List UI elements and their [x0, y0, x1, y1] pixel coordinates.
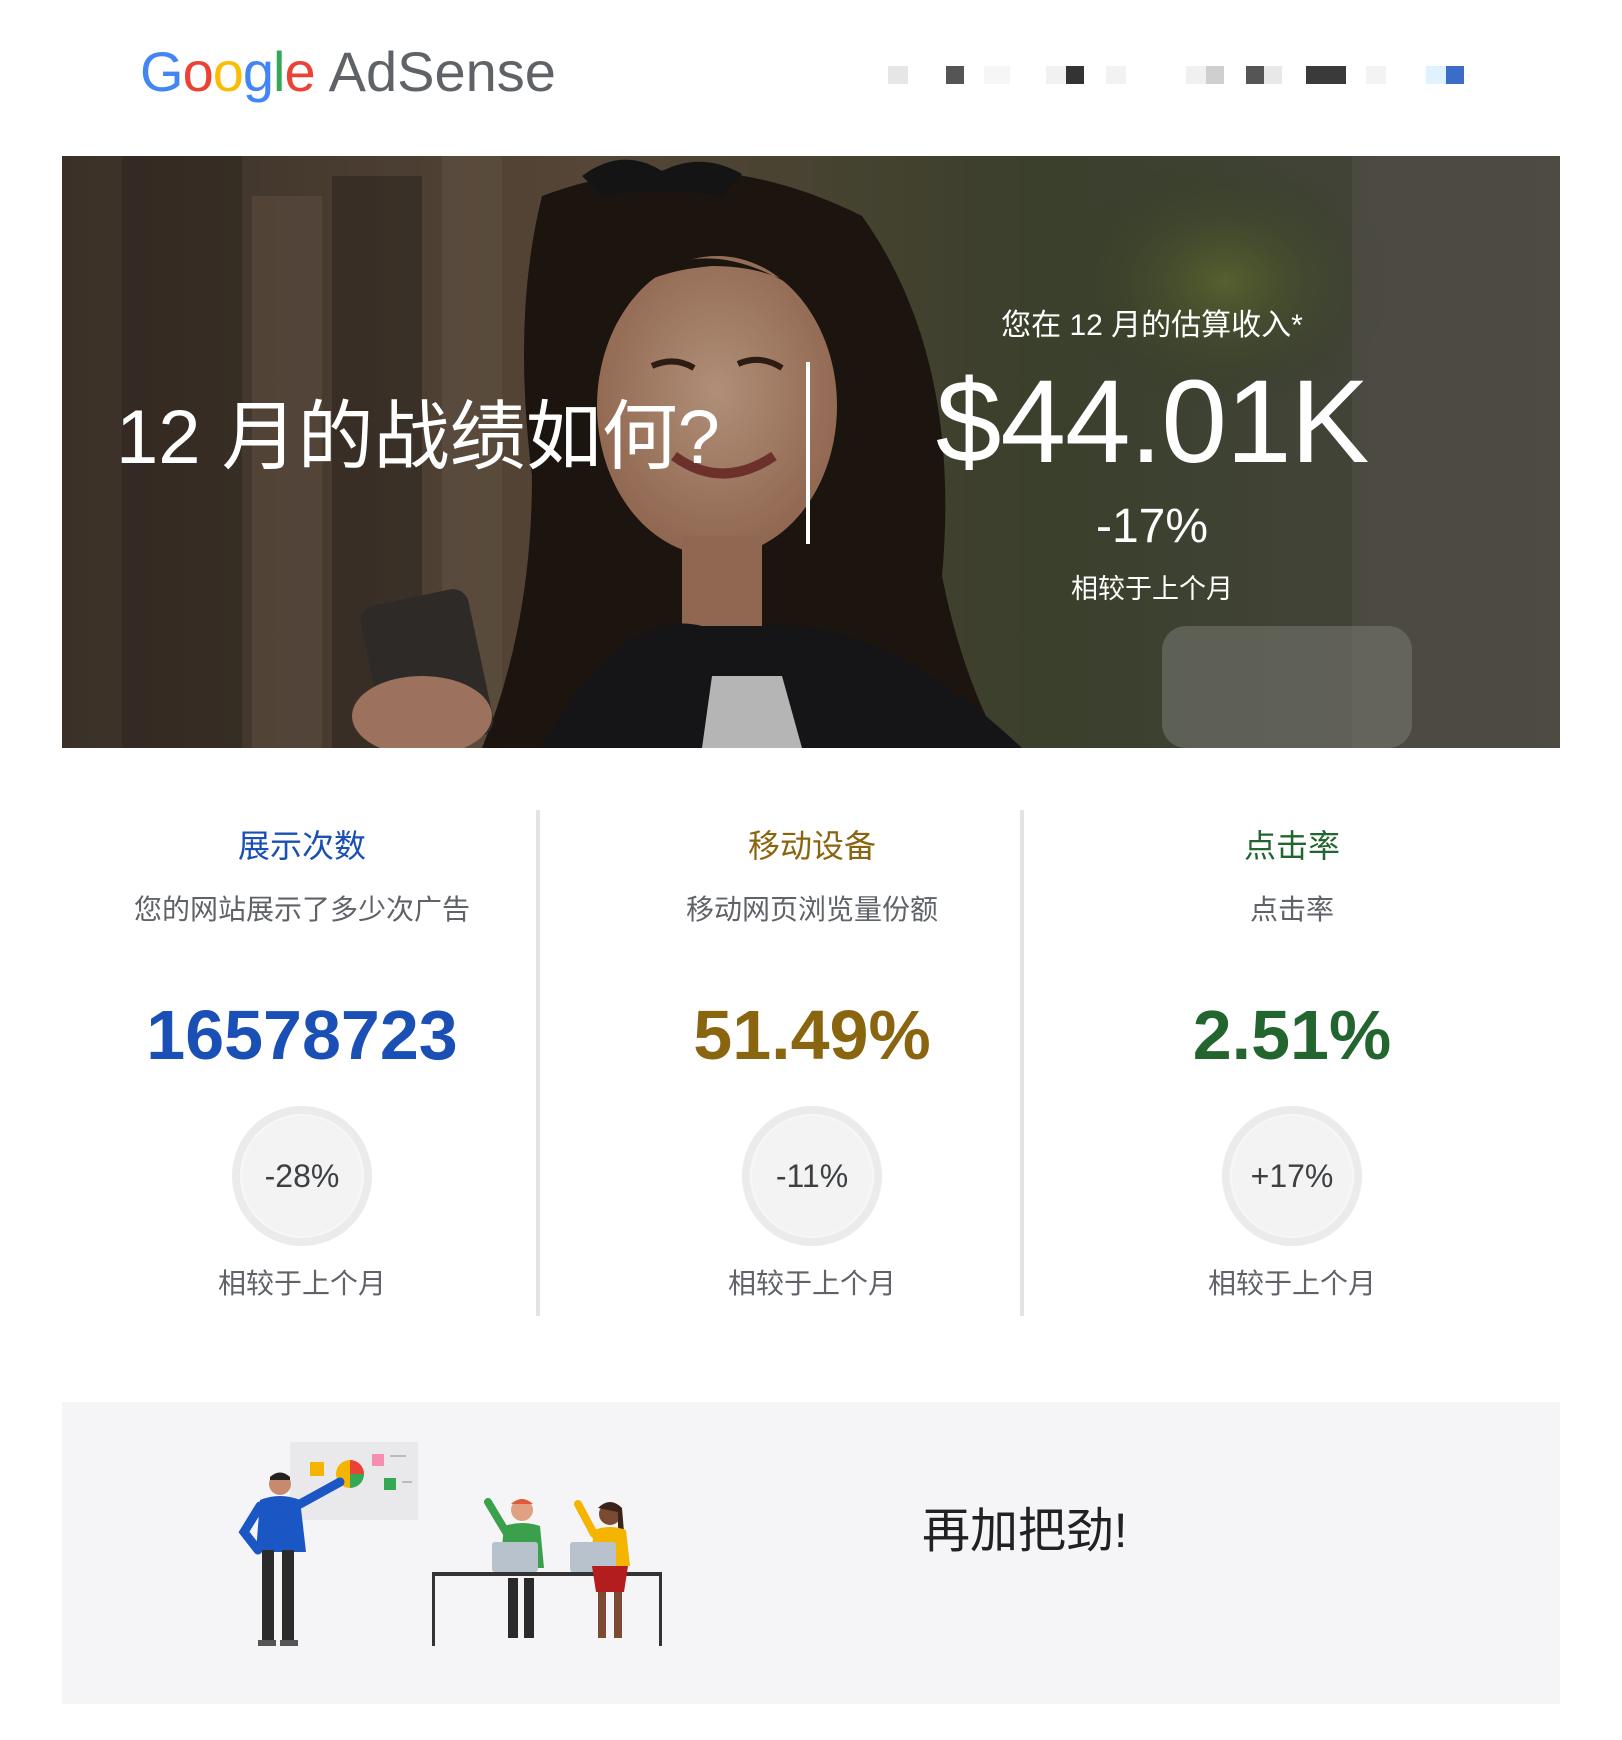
stat-value: 2.51% — [1192, 996, 1392, 1074]
stat-description: 您的网站展示了多少次广告 — [133, 894, 470, 925]
logo-letter: l — [273, 40, 285, 103]
logo-letter: o — [212, 40, 244, 103]
stat-title: 展示次数 — [237, 828, 366, 864]
earnings-change: -17% — [1095, 500, 1209, 553]
encouragement-banner: 再加把劲! — [62, 1402, 1560, 1704]
change-ring: -28% — [232, 1106, 372, 1246]
hero-divider — [806, 362, 810, 544]
stat-description: 点击率 — [1249, 894, 1334, 925]
logo-product-name: AdSense — [328, 40, 556, 103]
stat-divider — [1020, 810, 1024, 1316]
change-ring: -11% — [742, 1106, 882, 1246]
change-ring: +17% — [1222, 1106, 1362, 1246]
stats-section: 展示次数 您的网站展示了多少次广告 16578723 -28% 相较于上个月 移… — [62, 810, 1560, 1320]
earnings-summary: 您在 12 月的估算收入* $44.01K -17% 相较于上个月 — [892, 306, 1412, 608]
stat-value: 16578723 — [146, 996, 458, 1074]
earnings-compare-label: 相较于上个月 — [1071, 574, 1233, 604]
header: Google AdSense — [0, 0, 1622, 150]
redacted-account-info — [880, 62, 1470, 88]
stat-change: -28% — [264, 1158, 340, 1194]
stat-title: 点击率 — [1243, 828, 1340, 864]
stat-mobile: 移动设备 移动网页浏览量份额 51.49% -11% 相较于上个月 — [572, 810, 1052, 1320]
stat-change: -11% — [775, 1158, 849, 1194]
team-illustration — [238, 1442, 662, 1646]
stat-ctr: 点击率 点击率 2.51% +17% 相较于上个月 — [1052, 810, 1532, 1320]
google-adsense-logo[interactable]: Google AdSense — [140, 38, 556, 106]
logo-letter: G — [140, 40, 184, 103]
stat-change: +17% — [1250, 1158, 1334, 1194]
earnings-label: 您在 12 月的估算收入* — [1001, 309, 1303, 342]
logo-letter: g — [242, 40, 274, 103]
stat-value: 51.49% — [693, 996, 931, 1074]
stat-divider — [536, 810, 540, 1316]
hero-banner: 12 月的战绩如何? 您在 12 月的估算收入* $44.01K -17% 相较… — [62, 156, 1560, 748]
stat-compare-label: 相较于上个月 — [1207, 1268, 1376, 1299]
encouragement-message: 再加把劲! — [922, 1505, 1128, 1558]
stat-compare-label: 相较于上个月 — [727, 1268, 896, 1299]
stat-description: 移动网页浏览量份额 — [685, 894, 938, 925]
stat-title: 移动设备 — [747, 828, 876, 864]
earnings-value: $44.01K — [935, 356, 1370, 488]
stat-compare-label: 相较于上个月 — [217, 1268, 386, 1299]
logo-letter: o — [182, 40, 214, 103]
stat-impressions: 展示次数 您的网站展示了多少次广告 16578723 -28% 相较于上个月 — [62, 810, 542, 1320]
hero-title: 12 月的战绩如何? — [116, 395, 720, 480]
logo-letter: e — [284, 40, 315, 103]
